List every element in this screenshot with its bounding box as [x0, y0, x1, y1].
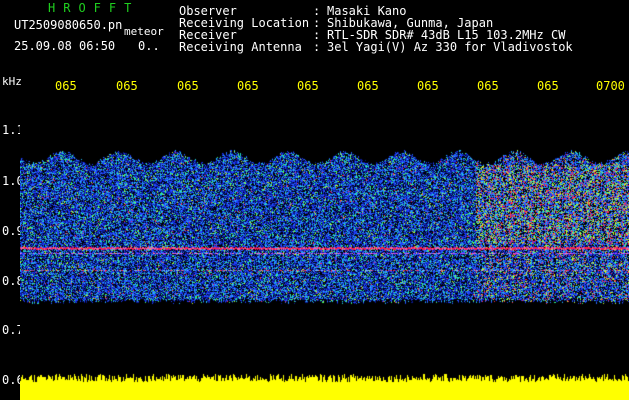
- metadata-label-antenna: Receiving Antenna: [179, 40, 302, 54]
- spectrogram-canvas: [20, 94, 629, 400]
- metadata-value-antenna: 3el Yagi(V) Az 330 for Vladivostok: [327, 40, 573, 54]
- time-label: 065: [116, 79, 138, 93]
- file-name: UT2509080650.pn: [14, 18, 123, 32]
- time-label: 065: [417, 79, 439, 93]
- timestamp: 25.09.08 06:50: [14, 39, 116, 53]
- time-label: 065: [237, 79, 259, 93]
- time-label: 065: [357, 79, 379, 93]
- metadata-colon: :: [313, 40, 321, 54]
- time-label: 065: [297, 79, 319, 93]
- time-label: 065: [177, 79, 199, 93]
- app-title: HROFFT: [48, 1, 140, 15]
- time-label: 0700: [596, 79, 625, 93]
- timestamp-extra: 0..: [138, 39, 160, 53]
- time-label: 065: [537, 79, 559, 93]
- time-label: 065: [55, 79, 77, 93]
- spectrogram: [20, 94, 629, 400]
- file-type: meteor: [124, 25, 164, 38]
- unit-label: kHz: [2, 75, 22, 88]
- time-label: 065: [477, 79, 499, 93]
